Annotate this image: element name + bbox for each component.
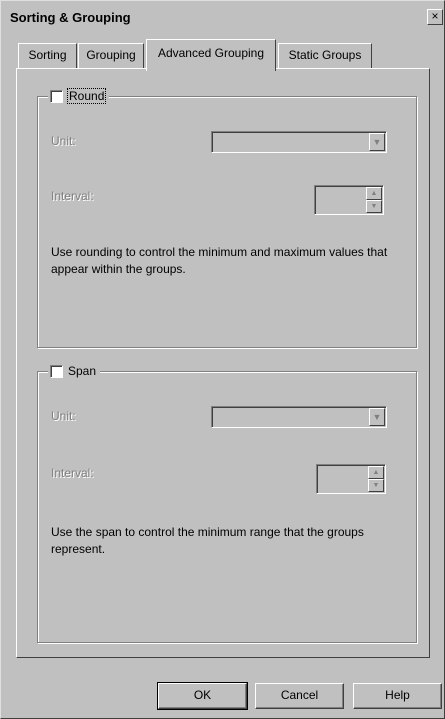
tab-label: Grouping	[86, 48, 136, 62]
span-checkbox-label[interactable]: Span	[68, 364, 96, 378]
tab-sorting[interactable]: Sorting	[18, 43, 77, 68]
spin-up-icon[interactable]: ▲	[368, 466, 384, 479]
close-icon: ×	[431, 9, 439, 23]
chevron-down-icon[interactable]: ▼	[369, 408, 385, 426]
chevron-down-icon[interactable]: ▼	[369, 133, 385, 151]
ok-label: OK	[193, 688, 212, 702]
round-interval-spinner[interactable]: ▲ ▼	[314, 185, 384, 215]
tab-grouping[interactable]: Grouping	[78, 43, 144, 68]
round-unit-label: Unit:	[51, 134, 76, 148]
title-bar[interactable]: Sorting & Grouping ×	[2, 2, 443, 30]
round-checkbox-label[interactable]: Round	[66, 88, 107, 104]
dialog-window: Sorting & Grouping × Sorting Grouping Ad…	[0, 0, 445, 719]
tab-label: Sorting	[28, 48, 67, 62]
round-description: Use rounding to control the minimum and …	[51, 245, 388, 276]
spin-down-icon[interactable]: ▼	[368, 479, 384, 492]
round-legend: Round	[48, 88, 110, 104]
round-unit-dropdown[interactable]: ▼	[211, 131, 387, 153]
help-button[interactable]: Help	[353, 683, 442, 709]
span-interval-spinner[interactable]: ▲ ▼	[316, 464, 386, 494]
spin-up-icon[interactable]: ▲	[366, 187, 382, 200]
help-label: Help	[385, 688, 410, 702]
span-interval-label: Interval:	[51, 466, 94, 480]
tab-static-groups[interactable]: Static Groups	[278, 43, 372, 68]
round-checkbox[interactable]	[50, 89, 63, 103]
span-unit-dropdown[interactable]: ▼	[211, 406, 387, 428]
span-legend: Span	[48, 363, 101, 379]
tab-advanced-grouping[interactable]: Advanced Grouping	[146, 39, 276, 71]
span-group: Span Unit: ▼ Interval: ▲ ▼ Use the span …	[37, 363, 417, 643]
spin-down-icon[interactable]: ▼	[366, 200, 382, 213]
tab-label: Static Groups	[288, 48, 362, 62]
cancel-button[interactable]: Cancel	[255, 683, 344, 709]
span-unit-label: Unit:	[51, 409, 76, 423]
close-button[interactable]: ×	[427, 9, 443, 25]
span-description: Use the span to control the minimum rang…	[51, 525, 364, 556]
cancel-label: Cancel	[280, 688, 319, 702]
tab-label: Advanced Grouping	[157, 46, 265, 60]
round-group: Round Unit: ▼ Interval: ▲ ▼ Use rounding…	[37, 88, 417, 348]
advanced-grouping-panel: Round Unit: ▼ Interval: ▲ ▼ Use rounding…	[16, 68, 430, 658]
span-checkbox[interactable]	[50, 364, 63, 378]
round-interval-label: Interval:	[51, 189, 94, 203]
ok-button[interactable]: OK	[157, 682, 248, 710]
window-title: Sorting & Grouping	[10, 10, 131, 25]
